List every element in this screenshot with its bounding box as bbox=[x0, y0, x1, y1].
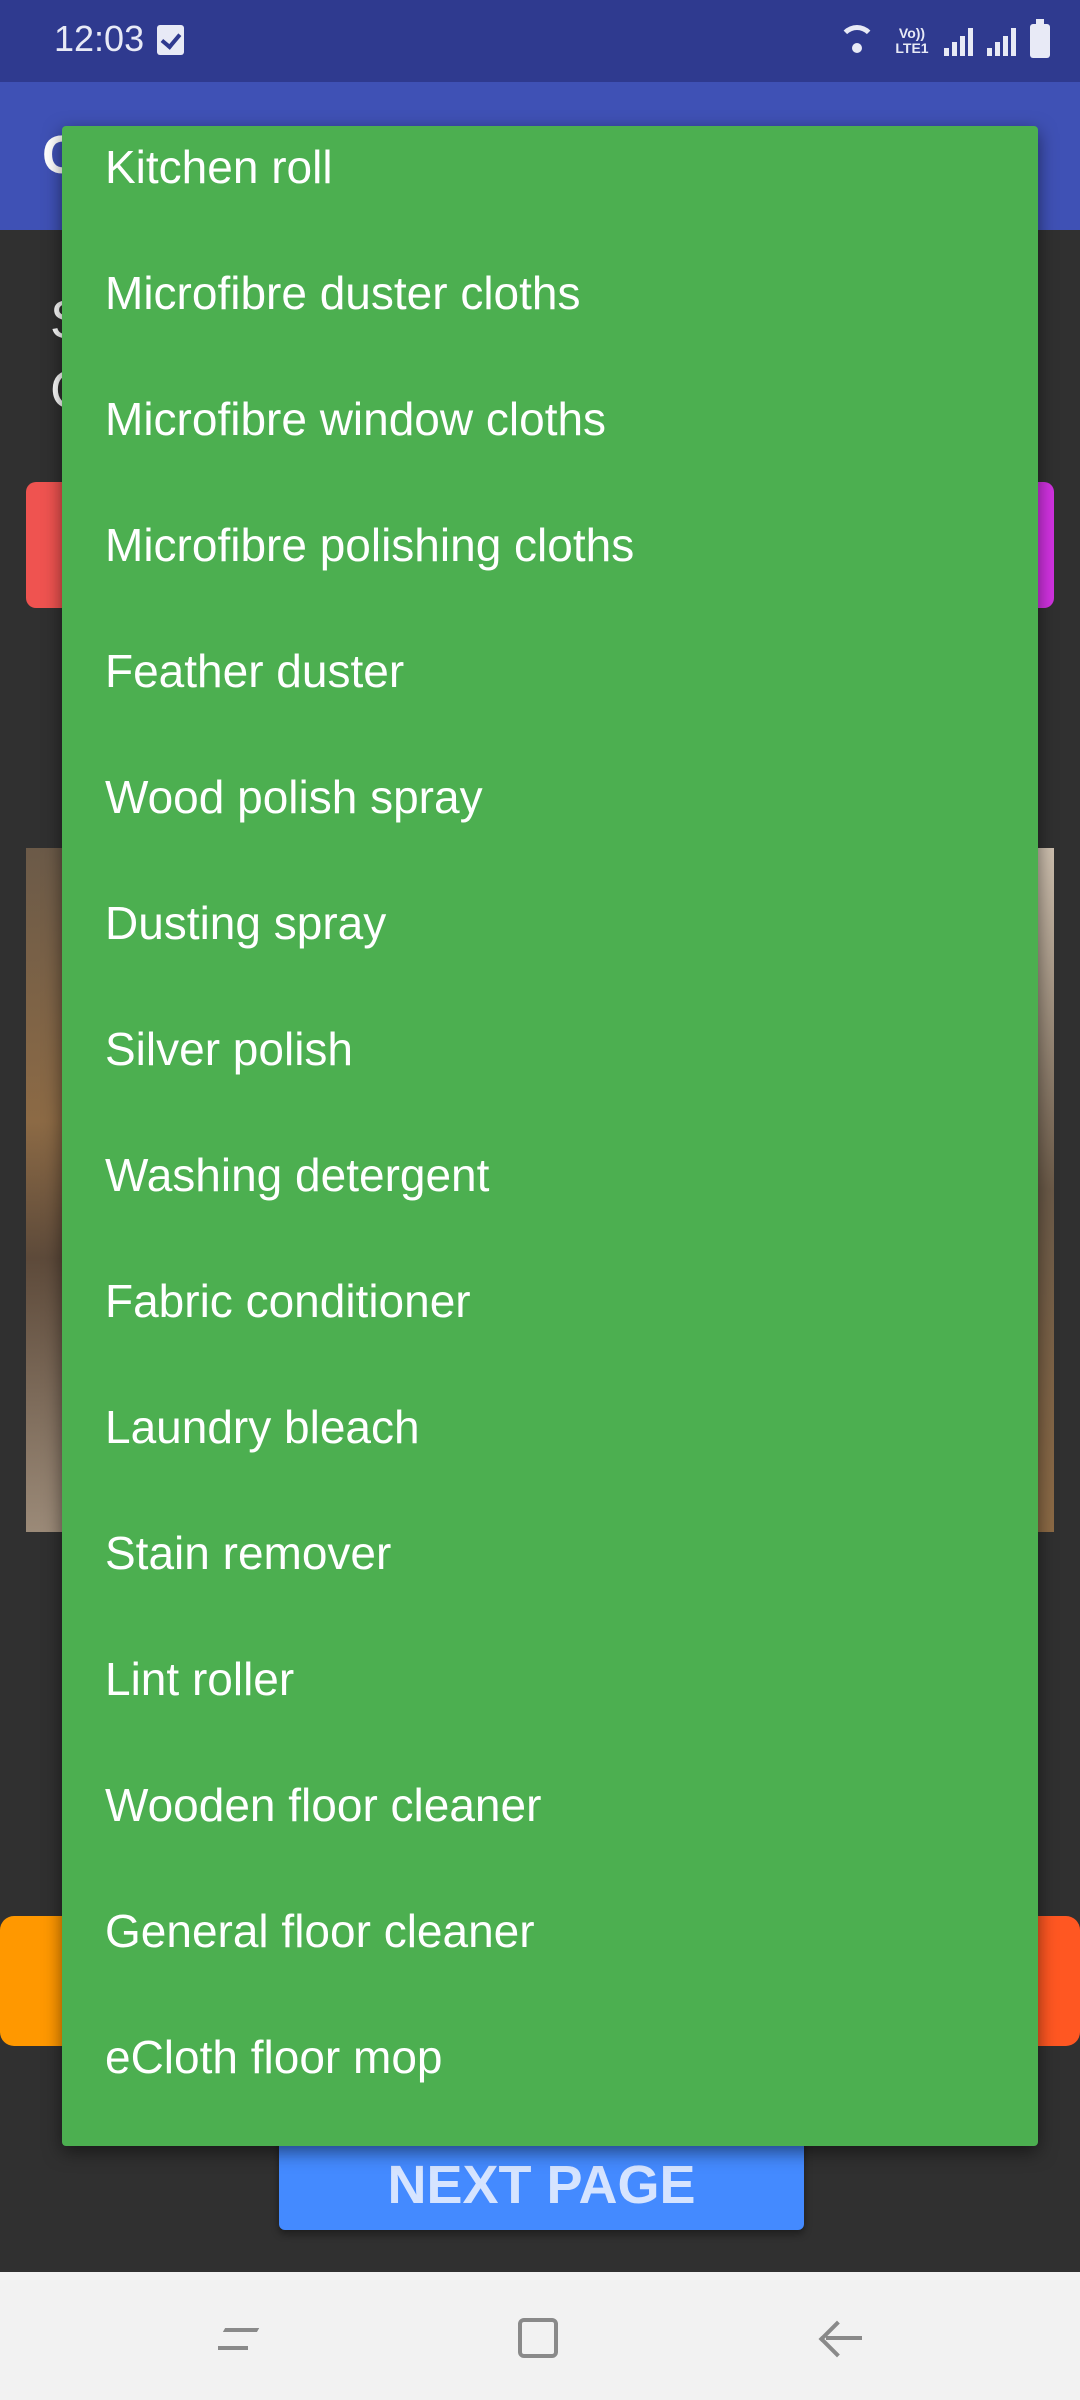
dropdown-item[interactable]: Lint roller bbox=[62, 1616, 1038, 1742]
dropdown-item[interactable]: Microfibre polishing cloths bbox=[62, 482, 1038, 608]
action-button-left[interactable] bbox=[0, 1916, 70, 2046]
status-time: 12:03 bbox=[54, 18, 145, 59]
dropdown-list[interactable]: Kitchen roll Microfibre duster cloths Mi… bbox=[62, 126, 1038, 2146]
dropdown-item[interactable]: Wooden floor cleaner bbox=[62, 1742, 1038, 1868]
dropdown-item[interactable]: Wood polish spray bbox=[62, 734, 1038, 860]
battery-icon bbox=[1030, 19, 1050, 58]
dropdown-item[interactable]: Feather duster bbox=[62, 608, 1038, 734]
dropdown-item[interactable]: Microfibre duster cloths bbox=[62, 230, 1038, 356]
room-image bbox=[26, 848, 66, 1532]
checkbox-notification-icon bbox=[157, 25, 184, 55]
dropdown-item[interactable]: Kitchen roll bbox=[62, 126, 1038, 230]
wifi-icon bbox=[838, 25, 880, 57]
dropdown-item[interactable]: Stain remover bbox=[62, 1490, 1038, 1616]
dropdown-item[interactable]: General floor cleaner bbox=[62, 1868, 1038, 1994]
dropdown-item[interactable]: Washing detergent bbox=[62, 1112, 1038, 1238]
signal-icon bbox=[987, 26, 1016, 56]
navigation-bar bbox=[0, 2272, 1080, 2400]
signal-icon bbox=[944, 26, 973, 56]
dropdown-item[interactable]: Microfibre window cloths bbox=[62, 356, 1038, 482]
lte-indicator: Vo)) LTE1 bbox=[895, 25, 929, 56]
dropdown-item[interactable]: Dusting spray bbox=[62, 860, 1038, 986]
status-icons: Vo)) LTE1 bbox=[838, 18, 1050, 64]
status-bar: 12:03 Vo)) LTE1 bbox=[0, 0, 1080, 82]
recent-apps-icon[interactable] bbox=[216, 2320, 256, 2360]
dropdown-item[interactable]: Silver polish bbox=[62, 986, 1038, 1112]
dropdown-item[interactable]: Fabric conditioner bbox=[62, 1238, 1038, 1364]
back-icon[interactable] bbox=[820, 2318, 864, 2358]
home-icon[interactable] bbox=[518, 2318, 558, 2358]
dropdown-item[interactable]: Laundry bleach bbox=[62, 1364, 1038, 1490]
dropdown-item[interactable]: eCloth floor mop bbox=[62, 1994, 1038, 2120]
